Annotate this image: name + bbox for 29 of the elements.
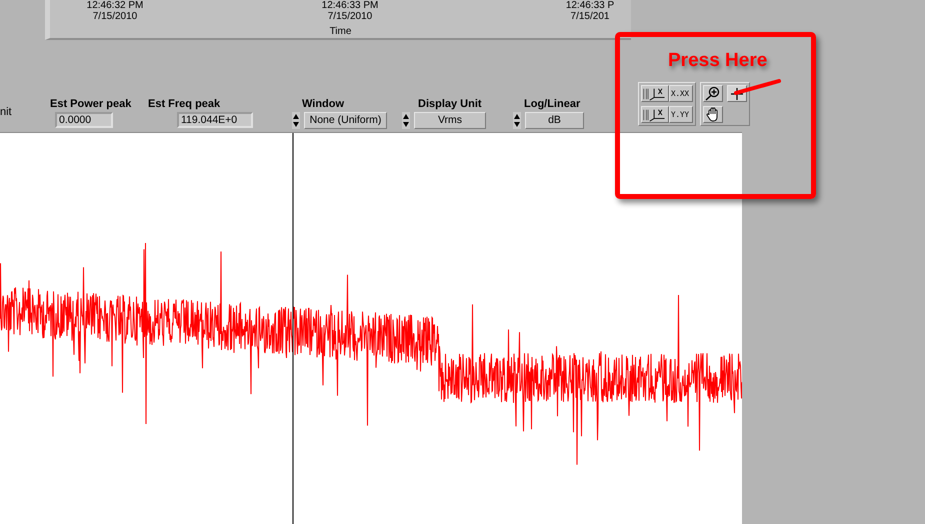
control-label: Window [302,97,346,112]
zoom-icon [705,86,721,101]
control-label: Est Freq peak [148,97,222,112]
tick-date: 7/15/201 [570,11,610,22]
ring-selector[interactable]: dB [525,112,584,129]
tick-time: 12:46:33 PM [320,0,380,11]
tick-time: 12:46:32 PM [86,0,144,11]
spinner-arrows-icon[interactable] [292,112,300,129]
hand-icon [706,107,720,122]
tick-date: 7/15/2010 [326,11,374,22]
control-label: nit [0,105,13,120]
pan-button[interactable] [703,106,723,123]
scale-lock-button[interactable] [641,106,669,123]
annotation-text: Press Here [668,49,768,73]
spinner-arrows-icon[interactable] [513,112,521,129]
ring-selector[interactable]: Vrms [414,112,486,129]
ring-selector[interactable]: None (Uniform) [304,112,387,129]
crosshair-icon [731,88,743,100]
control-label: Est Power peak [50,97,132,112]
numeric-indicator: 0.0000 [55,112,113,128]
tick-date: 7/15/2010 [92,11,138,22]
spinner-arrows-icon[interactable] [402,112,410,129]
control-label: Log/Linear [524,97,582,112]
zoom-button[interactable] [703,85,723,102]
scale-lock-button[interactable] [641,85,669,102]
numeric-indicator: 119.044E+0 [177,112,253,128]
control-label: Display Unit [418,97,483,112]
tick-time: 12:46:33 P [564,0,616,11]
axis-title: Time [330,26,352,37]
